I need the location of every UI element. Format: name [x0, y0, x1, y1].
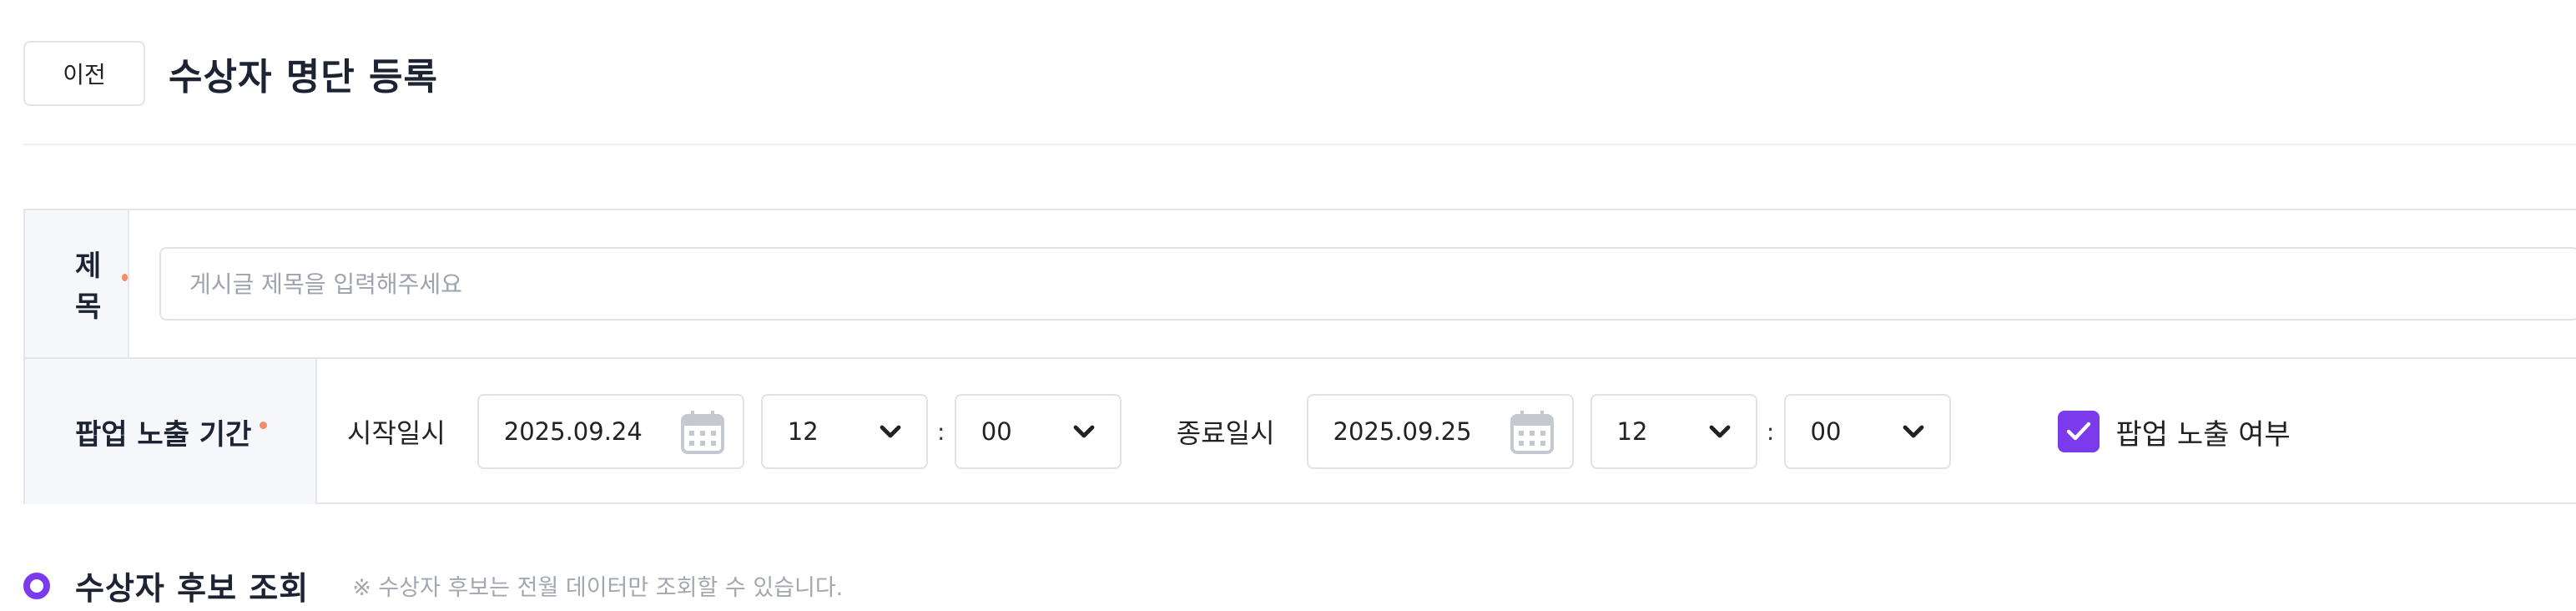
end-date-picker[interactable]: 2025.09.25 [1306, 394, 1574, 469]
chevron-down-icon [1903, 425, 1923, 438]
end-hour-value: 12 [1616, 417, 1648, 446]
title-row-content [129, 210, 2576, 357]
start-minute-select[interactable]: 00 [954, 394, 1122, 469]
calendar-icon [1510, 411, 1554, 454]
section-note: ※ 수상자 후보는 전월 데이터만 조회할 수 있습니다. [352, 575, 844, 601]
check-icon [2066, 422, 2090, 441]
start-minute-value: 00 [980, 417, 1012, 446]
end-minute-value: 00 [1810, 417, 1842, 446]
chevron-down-icon [880, 425, 901, 438]
start-hour-select[interactable]: 12 [760, 394, 928, 469]
page-header: 이전 수상자 명단 등록 [23, 40, 438, 107]
form-table: 제목 팝업 노출 기간 시작일시 2025.09.24 [23, 209, 2576, 504]
period-row: 팝업 노출 기간 시작일시 2025.09.24 12: 00 종료일시 20… [25, 357, 2576, 504]
back-button[interactable]: 이전 [23, 41, 145, 106]
end-hour-select[interactable]: 12 [1590, 394, 1757, 469]
page-title: 수상자 명단 등록 [169, 56, 438, 98]
period-row-label: 팝업 노출 기간 [25, 359, 317, 504]
start-date-picker[interactable]: 2025.09.24 [476, 394, 744, 469]
time-separator: : [937, 417, 945, 446]
end-minute-select[interactable]: 00 [1783, 394, 1951, 469]
start-hour-value: 12 [787, 417, 819, 446]
title-row: 제목 [25, 210, 2576, 357]
title-input[interactable] [159, 247, 2576, 321]
calendar-icon [680, 411, 724, 454]
chevron-down-icon [1073, 425, 1095, 438]
checkbox-checked-icon[interactable] [2057, 411, 2100, 452]
end-datetime-label: 종료일시 [1176, 417, 1275, 449]
required-indicator [260, 421, 268, 429]
title-row-label: 제목 [25, 210, 129, 357]
title-label-text: 제목 [75, 250, 102, 324]
chevron-down-icon [1709, 425, 1730, 438]
start-datetime-label: 시작일시 [347, 417, 446, 449]
popup-visibility-checkbox[interactable]: 팝업 노출 여부 [2057, 411, 2291, 452]
start-date-value: 2025.09.24 [503, 417, 643, 446]
end-date-value: 2025.09.25 [1333, 417, 1472, 446]
popup-visibility-label: 팝업 노출 여부 [2115, 417, 2291, 452]
time-separator: : [1766, 417, 1775, 446]
required-indicator [122, 273, 128, 281]
period-label-text: 팝업 노출 기간 [75, 417, 252, 452]
header-divider [23, 144, 2576, 145]
section-bullet-icon [23, 572, 50, 599]
section-title: 수상자 후보 조회 [75, 570, 310, 607]
winner-candidate-section: 수상자 후보 조회 ※ 수상자 후보는 전월 데이터만 조회할 수 있습니다. [23, 563, 843, 608]
period-row-content: 시작일시 2025.09.24 12: 00 종료일시 2025.09.25 … [317, 359, 2576, 504]
